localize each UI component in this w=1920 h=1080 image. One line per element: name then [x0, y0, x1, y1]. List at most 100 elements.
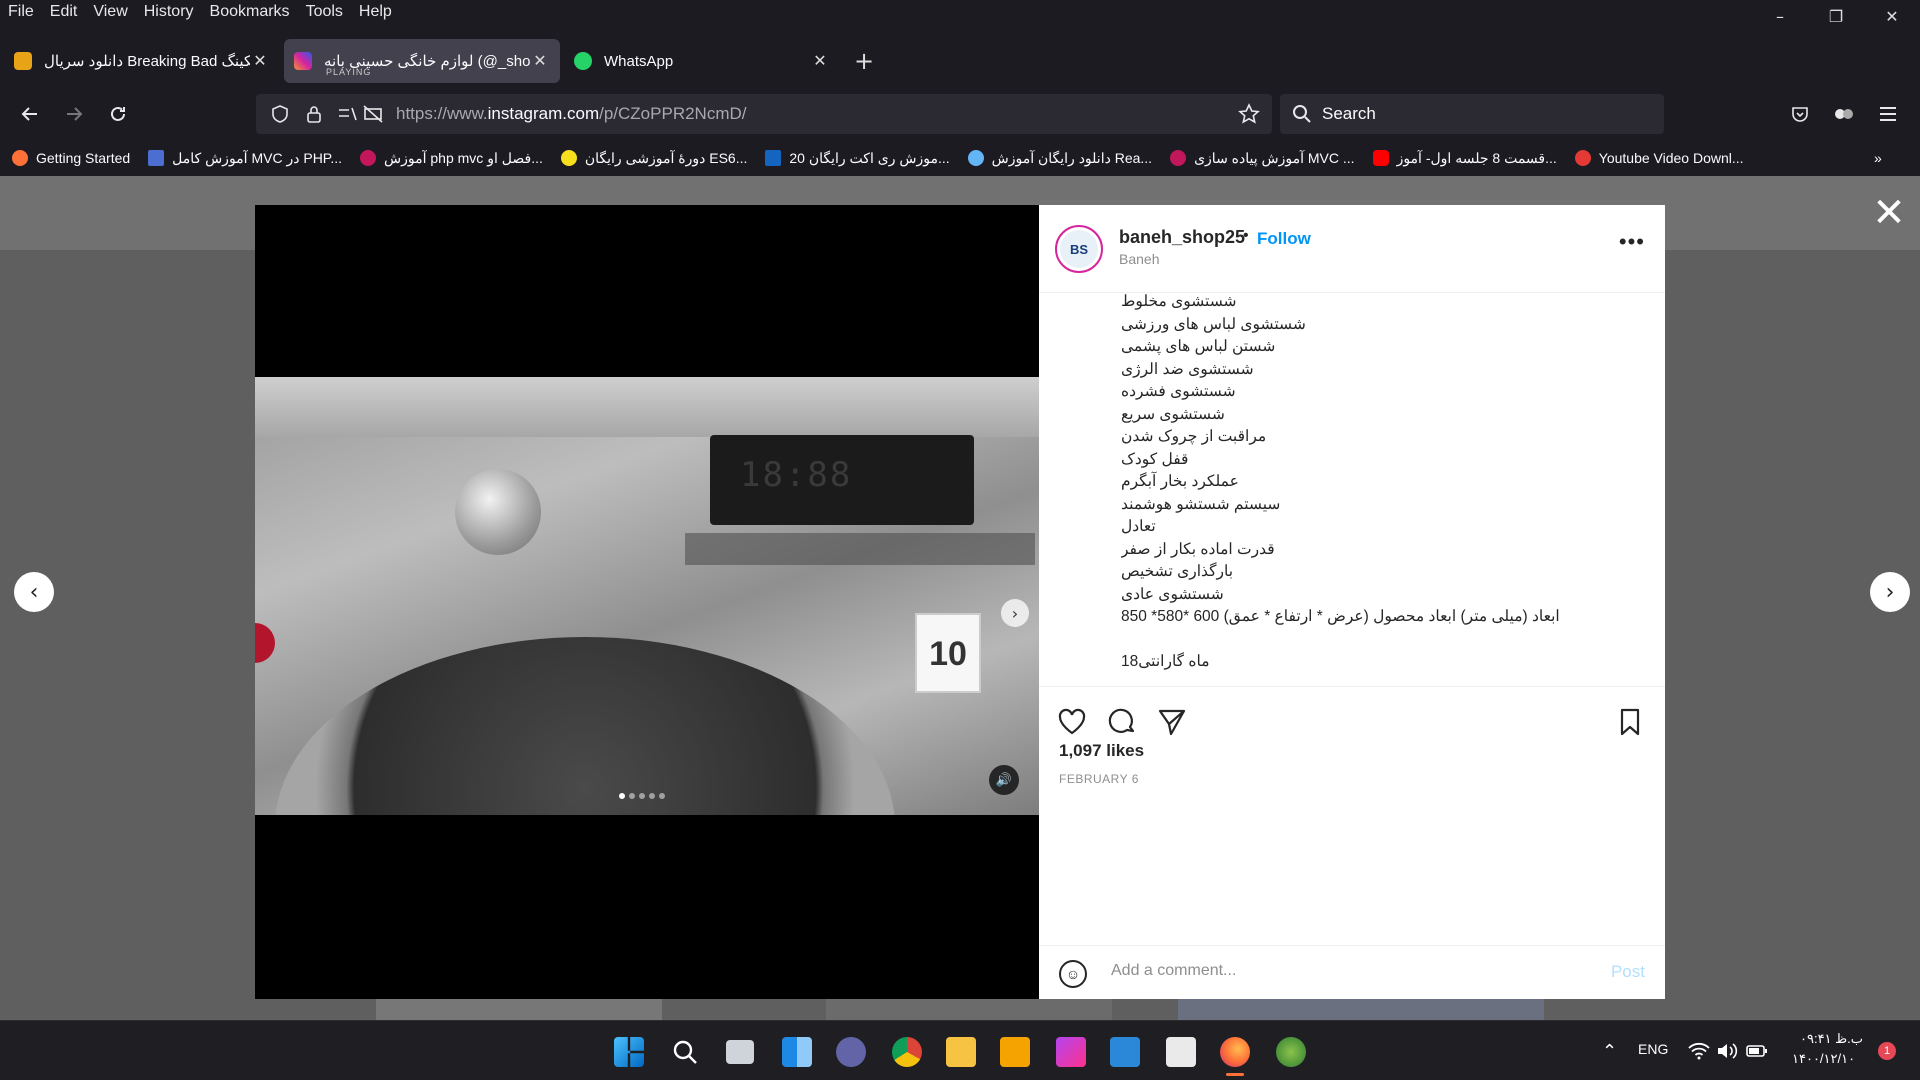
next-post-button[interactable]: › [1870, 572, 1910, 612]
phpstorm-icon[interactable] [1056, 1037, 1086, 1067]
location-link[interactable]: Baneh [1119, 251, 1159, 267]
bookmark-item[interactable]: دانلود رایگان آموزش Rea... [967, 150, 1152, 167]
comment-input[interactable]: Add a comment... [1111, 962, 1236, 980]
sound-toggle-button[interactable]: 🔊 [989, 765, 1019, 795]
media-player-icon[interactable] [1000, 1037, 1030, 1067]
bookmark-item[interactable]: آموزش کامل MVC در PHP... [148, 150, 342, 167]
firefox-icon[interactable] [1220, 1037, 1250, 1067]
instagram-icon [294, 52, 312, 70]
menu-file[interactable]: File [0, 3, 42, 21]
pocket-button[interactable] [1778, 94, 1822, 134]
chrome-icon[interactable] [892, 1037, 922, 1067]
network-app-icon[interactable] [1276, 1037, 1306, 1067]
bookmark-item[interactable]: قسمت 8 جلسه اول- آموز... [1372, 149, 1557, 167]
menu-bookmarks[interactable]: Bookmarks [202, 3, 298, 21]
tab-breaking-bad[interactable]: دانلود سریال Breaking Bad بریکینگ ✕ [4, 39, 280, 83]
shield-icon[interactable] [270, 104, 290, 124]
forward-button[interactable] [52, 94, 96, 134]
more-bookmarks-button[interactable]: » [1874, 150, 1902, 166]
url-bar[interactable]: https://www.instagram.com/p/CZoPPR2NcmD/ [256, 94, 1272, 134]
share-send-icon[interactable] [1157, 707, 1187, 737]
clock-time[interactable]: ۰۹:۴۱ ب.ظ [1800, 1031, 1863, 1047]
caption-line: شستشوی فشرده [1121, 383, 1236, 400]
avatar-logo: BS [1060, 230, 1098, 268]
bookmark-label: Youtube Video Downl... [1598, 150, 1744, 166]
bookmark-item[interactable]: Youtube Video Downl... [1574, 150, 1744, 166]
start-icon[interactable] [614, 1037, 644, 1067]
like-heart-icon[interactable] [1057, 707, 1087, 737]
save-bookmark-icon[interactable] [1615, 707, 1645, 737]
bookmark-item[interactable]: آموزش پیاده سازی MVC ... [1170, 150, 1355, 167]
comment-icon[interactable] [1107, 707, 1137, 737]
app-menu-button[interactable] [1866, 94, 1910, 134]
close-modal-button[interactable]: ✕ [1870, 193, 1908, 233]
widgets-icon[interactable] [782, 1037, 812, 1067]
task-view-icon[interactable] [726, 1040, 754, 1064]
reload-icon [111, 106, 125, 121]
calendar-icon[interactable] [1166, 1037, 1196, 1067]
reload-button[interactable] [96, 94, 140, 134]
post-date[interactable]: FEBRUARY 6 [1059, 772, 1139, 786]
language-indicator[interactable]: ENG [1638, 1041, 1668, 1057]
post-comment-button[interactable]: Post [1611, 962, 1645, 982]
close-tab-icon[interactable]: ✕ [250, 51, 270, 71]
back-button[interactable] [8, 94, 52, 134]
menu-view[interactable]: View [85, 3, 135, 21]
search-bar[interactable]: Search [1280, 94, 1664, 134]
new-tab-button[interactable]: + [844, 41, 884, 81]
menu-history[interactable]: History [136, 3, 202, 21]
bookmark-label: قسمت 8 جلسه اول- آموز... [1396, 149, 1557, 166]
more-options-button[interactable]: ••• [1619, 229, 1645, 255]
follow-button[interactable]: Follow [1257, 229, 1311, 249]
volume-icon[interactable] [1716, 1042, 1738, 1060]
close-tab-icon[interactable]: ✕ [530, 51, 550, 71]
battery-icon[interactable] [1746, 1042, 1768, 1060]
bookmark-label: آموزش php mvc فصل او... [384, 149, 543, 166]
bookmark-star-icon[interactable] [1238, 103, 1260, 125]
comment-box: ☺ Add a comment... Post [1039, 945, 1665, 999]
emoji-icon[interactable]: ☺ [1059, 960, 1087, 988]
menu-help[interactable]: Help [351, 3, 400, 21]
caption-line: شستشوی سریع [1121, 405, 1225, 423]
bookmark-item[interactable]: دورهٔ آموزشی رایگان ES6... [560, 150, 747, 167]
media-blocked-icon[interactable] [362, 104, 384, 124]
next-media-button[interactable]: › [1001, 599, 1029, 627]
carousel-dot [659, 793, 665, 799]
likes-count[interactable]: 1,097 likes [1059, 741, 1144, 761]
caption-line: مراقبت از چروک شدن [1121, 428, 1267, 445]
carousel-dot [629, 793, 635, 799]
menu-tools[interactable]: Tools [298, 3, 351, 21]
close-window-button[interactable]: ✕ [1864, 0, 1920, 32]
lock-icon[interactable] [304, 104, 324, 124]
notification-badge[interactable]: 1 [1878, 1042, 1896, 1060]
separator-dot: • [1243, 227, 1249, 244]
restore-button[interactable]: ❐ [1808, 0, 1864, 32]
active-app-indicator [1226, 1073, 1244, 1076]
site-icon [765, 150, 782, 166]
tab-whatsapp[interactable]: WhatsApp ✕ [564, 39, 840, 83]
permissions-icon[interactable] [336, 104, 358, 124]
teams-icon[interactable] [836, 1037, 866, 1067]
previous-post-button[interactable]: ‹ [14, 572, 54, 612]
minimize-button[interactable]: – [1752, 0, 1808, 32]
bookmark-item[interactable]: Getting Started [12, 150, 130, 166]
store-icon[interactable] [1110, 1037, 1140, 1067]
bookmark-item[interactable]: آموزش php mvc فصل او... [360, 150, 543, 167]
page-content: ✕ ‹ › 18:88 10 › 🔊 BS baneh_shop25 • Fol… [0, 176, 1920, 1020]
extensions-button[interactable] [1822, 94, 1866, 134]
menu-bar: File Edit View History Bookmarks Tools H… [0, 0, 1920, 24]
wifi-icon[interactable] [1688, 1042, 1710, 1060]
post-media[interactable]: 18:88 10 › 🔊 [255, 205, 1039, 999]
menu-edit[interactable]: Edit [42, 3, 86, 21]
carousel-dot [639, 793, 645, 799]
close-tab-icon[interactable]: ✕ [810, 51, 830, 71]
bookmark-item[interactable]: موزش ری اکت رایگان 20... [765, 150, 950, 167]
tray-overflow-chevron[interactable]: ⌃ [1602, 1041, 1617, 1062]
url-path: /p/CZoPPR2NcmD/ [599, 104, 747, 123]
tab-instagram[interactable]: لوازم خانگی حسینی بانه (@_shop25 PLAYING… [284, 39, 560, 83]
search-icon[interactable] [670, 1037, 700, 1067]
username-link[interactable]: baneh_shop25 [1119, 227, 1245, 248]
clock-date[interactable]: ۱۴۰۰/۱۲/۱۰ [1792, 1051, 1855, 1067]
avatar[interactable]: BS [1055, 225, 1103, 273]
file-explorer-icon[interactable] [946, 1037, 976, 1067]
